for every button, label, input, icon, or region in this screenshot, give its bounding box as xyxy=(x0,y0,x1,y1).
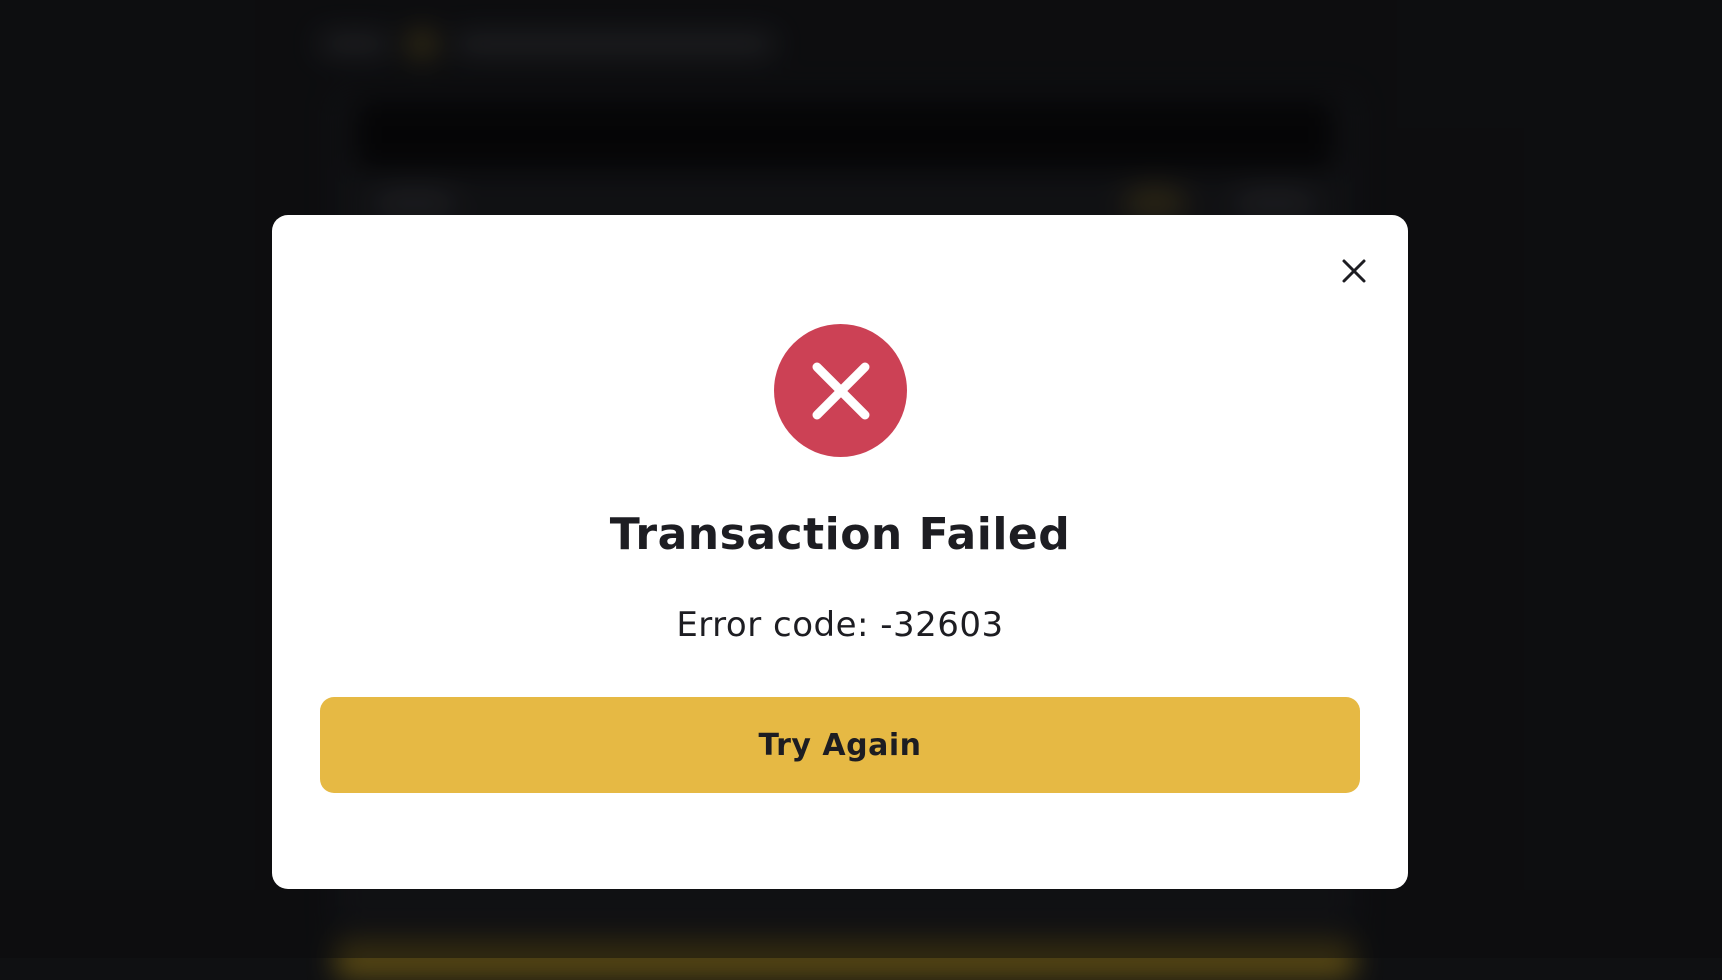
modal-title: Transaction Failed xyxy=(609,509,1071,560)
x-mark-icon xyxy=(812,362,869,419)
close-button[interactable] xyxy=(1334,251,1374,291)
close-icon xyxy=(1342,259,1366,283)
transaction-failed-modal: Transaction Failed Error code: -32603 Tr… xyxy=(272,215,1408,889)
error-code-text: Error code: -32603 xyxy=(676,605,1004,645)
try-again-button[interactable]: Try Again xyxy=(320,697,1360,793)
error-x-icon xyxy=(774,324,907,457)
